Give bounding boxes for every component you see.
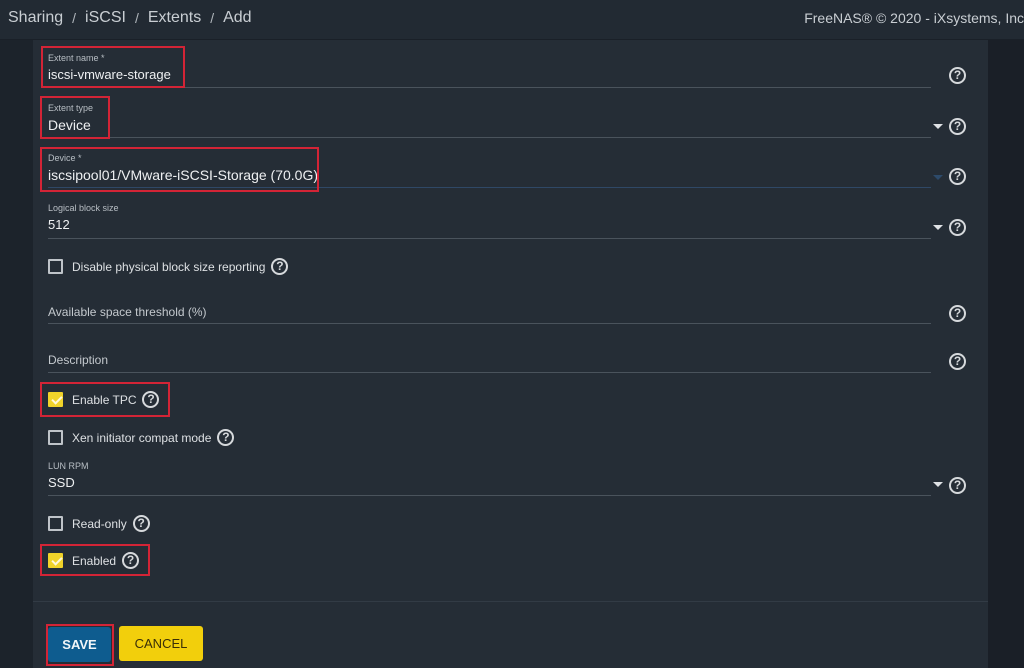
disable-physical-block-help-icon[interactable]: ? [271,258,289,275]
logical-block-size-help-icon[interactable]: ? [949,219,966,236]
copyright-text: FreeNAS® © 2020 - iXsystems, Inc [804,10,1024,26]
chevron-down-icon[interactable] [933,225,943,230]
description-underline [48,372,931,373]
description-help-icon[interactable]: ? [949,353,966,370]
extent-form-card: Extent name * iscsi-vmware-storage ? Ext… [33,40,988,668]
logical-block-size-select[interactable]: Logical block size 512 [48,203,931,239]
available-space-threshold-placeholder: Available space threshold (%) [48,305,207,319]
extent-name-underline [48,87,931,88]
breadcrumb-separator: / [72,10,77,26]
breadcrumb-iscsi[interactable]: iSCSI [85,9,126,27]
xen-compat-label: Xen initiator compat mode [72,430,212,445]
xen-compat-checkbox[interactable] [48,430,63,445]
extent-type-help-icon[interactable]: ? [949,118,966,135]
chevron-down-icon[interactable] [933,124,943,129]
breadcrumb-extents[interactable]: Extents [148,9,201,27]
extent-type-underline [48,137,931,138]
disable-physical-block-checkbox[interactable] [48,259,63,274]
enabled-label: Enabled [72,553,117,568]
logical-block-size-label: Logical block size [48,203,119,213]
breadcrumb-separator: / [210,10,215,26]
logical-block-size-underline [48,238,931,239]
device-help-icon[interactable]: ? [949,168,966,185]
lun-rpm-value: SSD [48,475,75,490]
read-only-help-icon[interactable]: ? [132,515,150,532]
chevron-down-icon[interactable] [933,482,943,487]
extent-type-label: Extent type [48,103,94,113]
extent-type-select[interactable]: Extent type Device [48,103,931,139]
read-only-label: Read-only [72,516,127,531]
description-input[interactable]: Description [48,353,931,373]
breadcrumb-separator: / [134,10,139,26]
lun-rpm-underline [48,495,931,496]
read-only-checkbox[interactable] [48,516,63,531]
read-only-checkbox-row[interactable]: Read-only ? [48,515,150,532]
chevron-down-icon[interactable] [933,175,943,180]
right-gutter [988,40,1024,668]
disable-physical-block-checkbox-row[interactable]: Disable physical block size reporting ? [48,258,289,275]
enabled-help-icon[interactable]: ? [122,552,140,569]
extent-type-value: Device [48,117,91,133]
extent-name-input[interactable]: iscsi-vmware-storage [48,67,931,85]
xen-compat-checkbox-row[interactable]: Xen initiator compat mode ? [48,429,235,446]
enabled-checkbox[interactable] [48,553,63,568]
device-underline [48,187,931,188]
xen-compat-help-icon[interactable]: ? [217,429,235,446]
breadcrumb-sharing[interactable]: Sharing [8,9,63,27]
device-label: Device * [48,153,82,163]
breadcrumb: Sharing / iSCSI / Extents / Add [8,9,252,27]
available-space-threshold-underline [48,323,931,324]
device-select[interactable]: Device * iscsipool01/VMware-iSCSI-Storag… [48,153,931,189]
available-space-threshold-help-icon[interactable]: ? [949,305,966,322]
lun-rpm-label: LUN RPM [48,461,89,471]
cancel-button[interactable]: CANCEL [119,626,203,661]
description-placeholder: Description [48,353,109,367]
top-bar: Sharing / iSCSI / Extents / Add FreeNAS®… [0,0,1024,40]
save-button[interactable]: SAVE [48,627,111,662]
lun-rpm-help-icon[interactable]: ? [949,477,966,494]
extent-name-field[interactable]: Extent name * iscsi-vmware-storage [48,53,931,89]
form-divider [33,601,988,602]
enable-tpc-checkbox-row[interactable]: Enable TPC ? [48,391,160,408]
enable-tpc-help-icon[interactable]: ? [142,391,160,408]
lun-rpm-select[interactable]: LUN RPM SSD [48,461,931,497]
left-gutter [0,40,33,668]
device-value: iscsipool01/VMware-iSCSI-Storage (70.0G) [48,167,318,183]
enable-tpc-label: Enable TPC [72,392,137,407]
enable-tpc-checkbox[interactable] [48,392,63,407]
logical-block-size-value: 512 [48,217,70,232]
extent-name-label: Extent name * [48,53,105,63]
enabled-checkbox-row[interactable]: Enabled ? [48,552,140,569]
breadcrumb-add: Add [223,9,252,26]
extent-name-help-icon[interactable]: ? [949,67,966,84]
disable-physical-block-label: Disable physical block size reporting [72,259,266,274]
available-space-threshold-input[interactable]: Available space threshold (%) [48,305,931,325]
